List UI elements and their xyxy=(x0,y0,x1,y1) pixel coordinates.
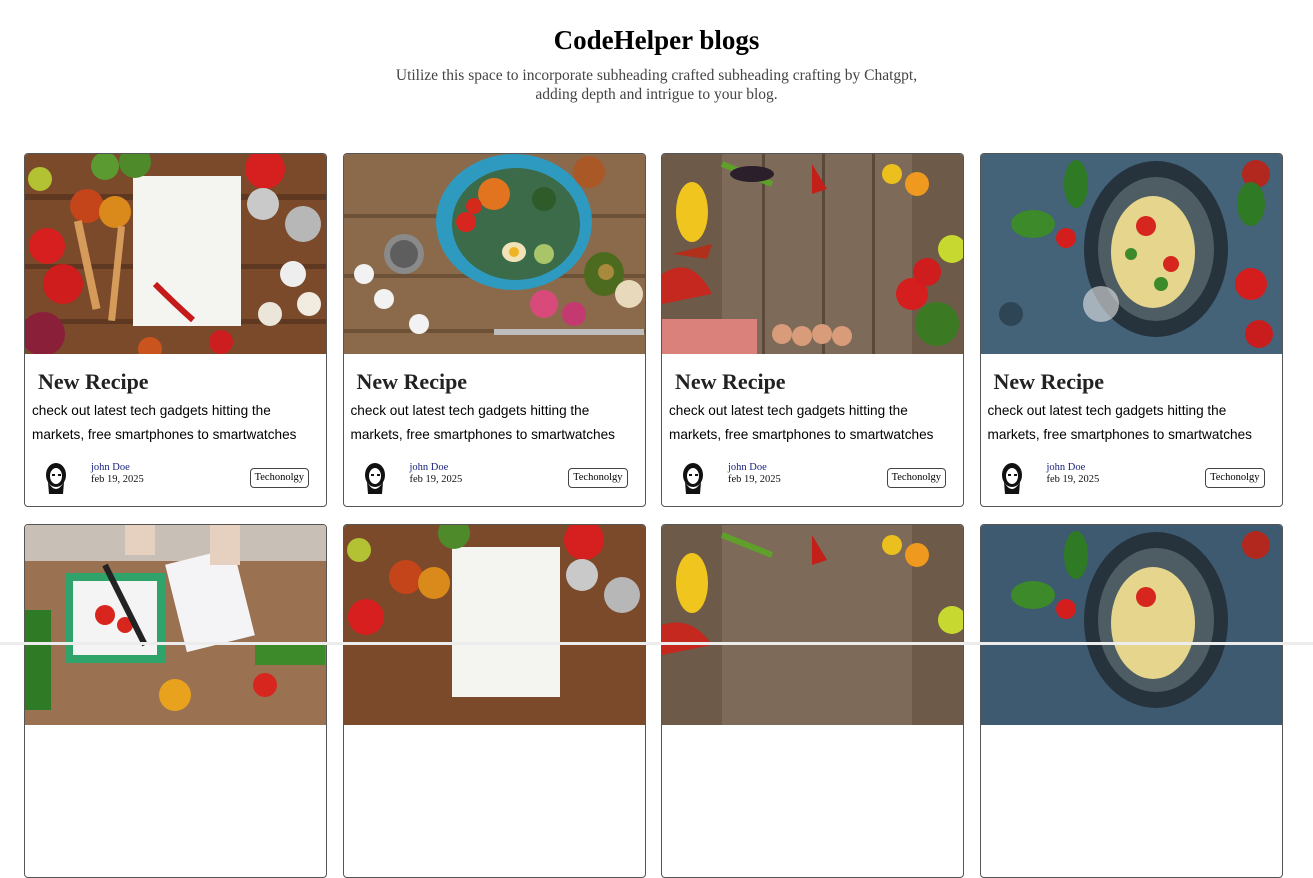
avatar xyxy=(46,463,66,494)
card-image[interactable] xyxy=(25,154,326,354)
author-name[interactable]: john Doe xyxy=(728,462,788,474)
avatar xyxy=(364,463,385,494)
card-image[interactable] xyxy=(25,525,326,725)
card-meta: john Doe feb 19, 2025 Techonolgy xyxy=(25,460,326,500)
blog-card[interactable] xyxy=(342,524,646,878)
card-description: check out latest tech gadgets hitting th… xyxy=(669,403,934,442)
blog-card[interactable]: New Recipe check out latest tech gadgets… xyxy=(24,153,327,507)
category-tag[interactable]: Techonolgy xyxy=(568,468,628,488)
card-title[interactable]: New Recipe xyxy=(38,369,326,395)
category-tag[interactable]: Techonolgy xyxy=(1205,468,1265,488)
page-header: CodeHelper blogs Utilize this space to i… xyxy=(0,0,1313,104)
card-description: check out latest tech gadgets hitting th… xyxy=(987,403,1252,442)
author-info: john Doe feb 19, 2025 xyxy=(410,462,470,485)
card-image[interactable] xyxy=(662,154,963,354)
blog-card[interactable]: New Recipe check out latest tech gadgets… xyxy=(661,153,964,507)
blog-card[interactable] xyxy=(24,524,327,878)
category-tag[interactable]: Techonolgy xyxy=(249,468,309,488)
card-image[interactable] xyxy=(980,154,1282,354)
card-image[interactable] xyxy=(343,525,645,725)
author-info: john Doe feb 19, 2025 xyxy=(728,462,788,485)
post-date: feb 19, 2025 xyxy=(728,473,781,485)
blog-card[interactable] xyxy=(979,524,1283,878)
card-image[interactable] xyxy=(343,154,645,354)
author-name[interactable]: john Doe xyxy=(410,462,470,474)
page-subtitle: Utilize this space to incorporate subhea… xyxy=(395,67,918,103)
card-meta: john Doe feb 19, 2025 Techonolgy xyxy=(344,460,645,500)
card-image[interactable] xyxy=(662,525,963,725)
blog-card[interactable]: New Recipe check out latest tech gadgets… xyxy=(342,153,646,507)
author-info: john Doe feb 19, 2025 xyxy=(91,462,151,485)
category-tag[interactable]: Techonolgy xyxy=(886,468,946,488)
card-title[interactable]: New Recipe xyxy=(675,369,963,395)
card-meta: john Doe feb 19, 2025 Techonolgy xyxy=(981,460,1282,500)
blog-grid: New Recipe check out latest tech gadgets… xyxy=(24,153,1283,878)
card-title[interactable]: New Recipe xyxy=(357,369,645,395)
author-name[interactable]: john Doe xyxy=(1047,462,1107,474)
post-date: feb 19, 2025 xyxy=(91,473,144,485)
card-image[interactable] xyxy=(980,525,1282,725)
avatar xyxy=(683,463,703,494)
page-title: CodeHelper blogs xyxy=(553,25,760,55)
blog-card[interactable] xyxy=(661,524,964,878)
avatar xyxy=(1001,463,1022,494)
card-title[interactable]: New Recipe xyxy=(994,369,1282,395)
post-date: feb 19, 2025 xyxy=(409,473,463,485)
post-date: feb 19, 2025 xyxy=(1046,473,1100,485)
author-name[interactable]: john Doe xyxy=(91,462,151,474)
card-description: check out latest tech gadgets hitting th… xyxy=(350,403,615,442)
author-info: john Doe feb 19, 2025 xyxy=(1047,462,1107,485)
blog-card[interactable]: New Recipe check out latest tech gadgets… xyxy=(979,153,1283,507)
card-meta: john Doe feb 19, 2025 Techonolgy xyxy=(662,460,963,500)
card-description: check out latest tech gadgets hitting th… xyxy=(32,403,297,442)
